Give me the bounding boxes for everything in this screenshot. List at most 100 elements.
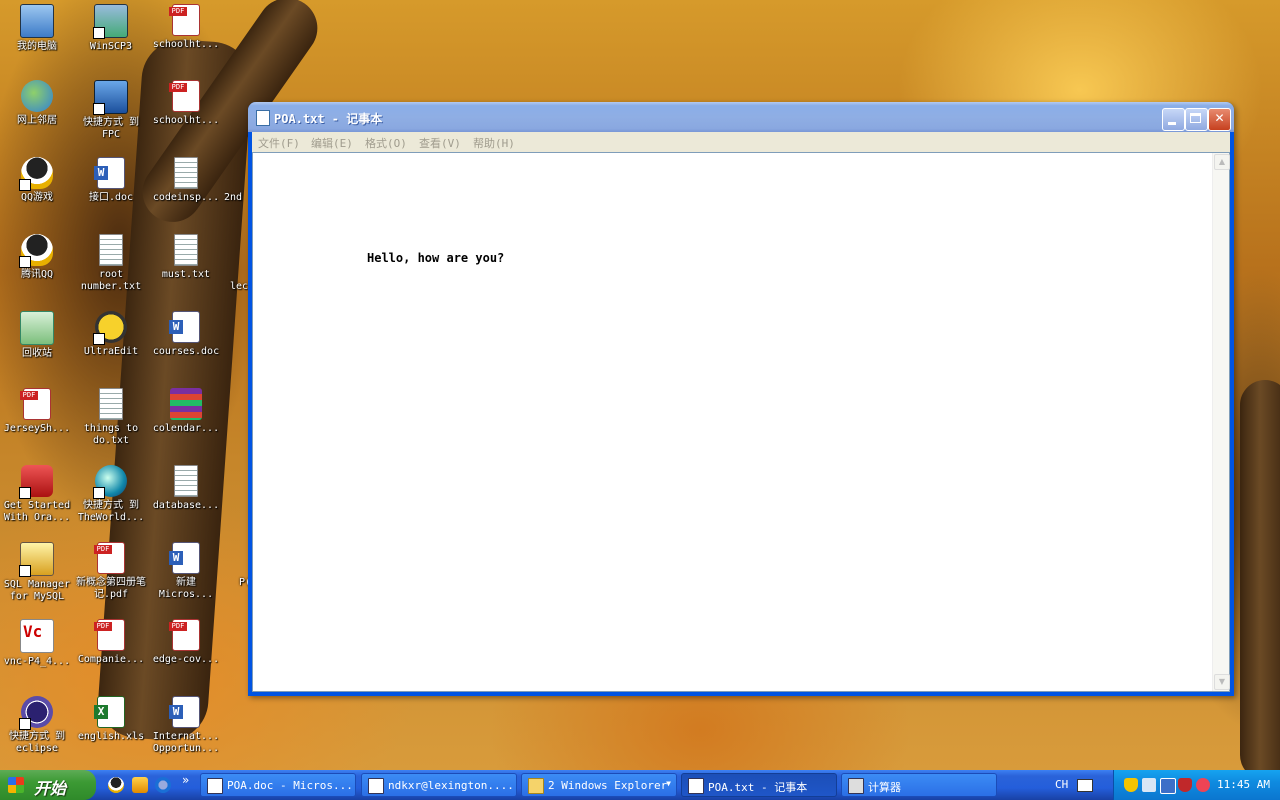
menu-help[interactable]: 帮助(H)	[473, 135, 515, 151]
windows-logo-icon	[8, 777, 24, 793]
desktop-icon-eclipse[interactable]: 快捷方式 到 eclipse	[0, 696, 74, 755]
start-label: 开始	[34, 779, 67, 798]
close-button[interactable]: ✕	[1208, 108, 1231, 131]
desktop-icon-fpc[interactable]: 快捷方式 到 FPC	[74, 80, 148, 141]
window-title-bar[interactable]: POA.txt - 记事本 ✕	[248, 102, 1234, 132]
fpc-icon	[93, 80, 128, 115]
vnc-icon	[20, 619, 54, 653]
ultraedit-icon	[93, 311, 127, 345]
winscp-icon	[93, 4, 128, 39]
desktop-icon-ultraedit[interactable]: UltraEdit	[74, 311, 148, 358]
desktop-icon-edge-cov[interactable]: edge-cov...	[149, 619, 223, 666]
language-indicator[interactable]: CH	[1055, 778, 1068, 791]
desktop-icon-2nd[interactable]: 2nd	[224, 157, 250, 204]
notepad-icon	[688, 778, 704, 794]
menu-edit[interactable]: 编辑(E)	[311, 135, 353, 151]
desktop-icon-internat[interactable]: Internat... Opportun...	[149, 696, 223, 755]
taskbar-item-notepad[interactable]: POA.txt - 记事本	[681, 773, 837, 797]
desktop-icon-must-txt[interactable]: must.txt	[149, 234, 223, 281]
desktop-icon-schoolht-2[interactable]: schoolht...	[149, 80, 223, 127]
desktop-icon-qq-game[interactable]: QQ游戏	[0, 157, 74, 204]
word-doc-icon	[169, 542, 200, 574]
desktop-icon-companies[interactable]: Companie...	[74, 619, 148, 666]
winrar-archive-icon	[170, 388, 202, 420]
desktop-icon-jerseysh[interactable]: JerseySh...	[0, 388, 74, 435]
terminal-icon	[368, 778, 384, 794]
my-computer-icon	[20, 4, 54, 38]
maximize-button[interactable]	[1185, 108, 1208, 131]
word-doc-icon	[94, 157, 125, 189]
notepad-icon	[256, 110, 270, 126]
pdf-file-icon	[169, 619, 200, 651]
desktop-icon-jiekou-doc[interactable]: 接口.doc	[74, 157, 148, 204]
desktop-icon-codeinsp[interactable]: codeinsp...	[149, 157, 223, 204]
taskbar-clock[interactable]: 11:45 AM	[1217, 778, 1270, 791]
editor-content: Hello, how are you?	[367, 251, 505, 265]
desktop-icon-vnc[interactable]: vnc-P4_4...	[0, 619, 74, 668]
desktop-icon-lec[interactable]: lec	[230, 234, 250, 293]
scroll-up-arrow-icon[interactable]: ▲	[1214, 154, 1230, 170]
desktop-icon-new-word[interactable]: 新建 Micros...	[149, 542, 223, 601]
desktop-icon-english-xls[interactable]: english.xls	[74, 696, 148, 743]
quicklaunch-expand-icon[interactable]: »	[182, 773, 189, 787]
text-file-icon	[174, 465, 198, 497]
desktop-icon-my-computer[interactable]: 我的电脑	[0, 4, 74, 53]
desktop-icon-recycle-bin[interactable]: 回收站	[0, 311, 74, 360]
vertical-scrollbar[interactable]: ▲ ▼	[1212, 153, 1230, 691]
scroll-down-arrow-icon[interactable]: ▼	[1214, 674, 1230, 690]
office-file-icon	[169, 80, 200, 112]
text-file-icon	[174, 234, 198, 266]
taskbar-item-ssh[interactable]: ndkxr@lexington....	[361, 773, 517, 797]
folder-icon	[528, 778, 544, 794]
desktop-icon-things-to-do[interactable]: things to do.txt	[74, 388, 148, 447]
text-file-icon	[99, 388, 123, 420]
desktop-icon-colendar[interactable]: colendar...	[149, 388, 223, 435]
network-connection-icon[interactable]	[1160, 778, 1176, 794]
antivirus-icon[interactable]	[1178, 778, 1192, 792]
close-icon: ✕	[1214, 111, 1225, 125]
desktop-icon-schoolht-1[interactable]: schoolht...	[149, 4, 223, 51]
qq-quicklaunch-icon[interactable]	[108, 777, 124, 793]
word-doc-icon	[169, 696, 200, 728]
ie-quicklaunch-icon[interactable]	[155, 777, 171, 793]
notepad-window: POA.txt - 记事本 ✕ 文件(F) 编辑(E) 格式(O) 查看(V) …	[248, 102, 1234, 696]
excel-file-icon	[94, 696, 125, 728]
desktop-icon-theworld[interactable]: 快捷方式 到 TheWorld...	[74, 465, 148, 524]
taskbar-item-poa-doc[interactable]: POA.doc - Micros...	[200, 773, 356, 797]
desktop-icon-qq[interactable]: 腾讯QQ	[0, 234, 74, 281]
menu-bar: 文件(F) 编辑(E) 格式(O) 查看(V) 帮助(H)	[252, 132, 1230, 152]
qq-game-icon	[19, 157, 53, 191]
desktop-icon-root-number[interactable]: root number.txt	[74, 234, 148, 293]
desktop-icon-winscp[interactable]: WinSCP3	[74, 4, 148, 53]
volume-icon[interactable]	[1142, 778, 1156, 792]
eclipse-icon	[19, 696, 53, 730]
text-file-icon	[174, 157, 198, 189]
office-file-icon	[169, 4, 200, 36]
start-button[interactable]: 开始	[0, 770, 96, 800]
security-shield-icon[interactable]	[1124, 778, 1138, 792]
minimize-button[interactable]	[1162, 108, 1185, 131]
messenger-quicklaunch-icon[interactable]	[132, 777, 148, 793]
word-doc-icon	[169, 311, 200, 343]
tray-app-icon[interactable]	[1196, 778, 1210, 792]
recycle-bin-icon	[20, 311, 54, 345]
maximize-icon	[1190, 113, 1201, 123]
text-editor-area[interactable]: Hello, how are you? ▲ ▼	[252, 152, 1230, 692]
desktop-icon-courses-doc[interactable]: courses.doc	[149, 311, 223, 358]
desktop-icon-nce-pdf[interactable]: 新概念第四册笔记.pdf	[74, 542, 148, 601]
menu-format[interactable]: 格式(O)	[365, 135, 407, 151]
menu-file[interactable]: 文件(F)	[258, 135, 300, 151]
text-file-icon	[99, 234, 123, 266]
taskbar-item-calculator[interactable]: 计算器	[841, 773, 997, 797]
pdf-file-icon	[94, 542, 125, 574]
taskbar-item-explorer-group[interactable]: 2 Windows Explorer ▼	[521, 773, 677, 797]
keyboard-icon[interactable]	[1077, 779, 1093, 792]
desktop-icon-oracle[interactable]: Get Started With Ora...	[0, 465, 74, 524]
desktop-icon-database[interactable]: database...	[149, 465, 223, 512]
minimize-icon	[1168, 122, 1176, 125]
menu-view[interactable]: 查看(V)	[419, 135, 461, 151]
word-doc-icon	[207, 778, 223, 794]
group-dropdown-arrow-icon: ▼	[666, 779, 671, 788]
desktop-icon-network[interactable]: 网上邻居	[0, 80, 74, 127]
desktop-icon-sql-manager[interactable]: SQL Manager for MySQL	[0, 542, 74, 603]
